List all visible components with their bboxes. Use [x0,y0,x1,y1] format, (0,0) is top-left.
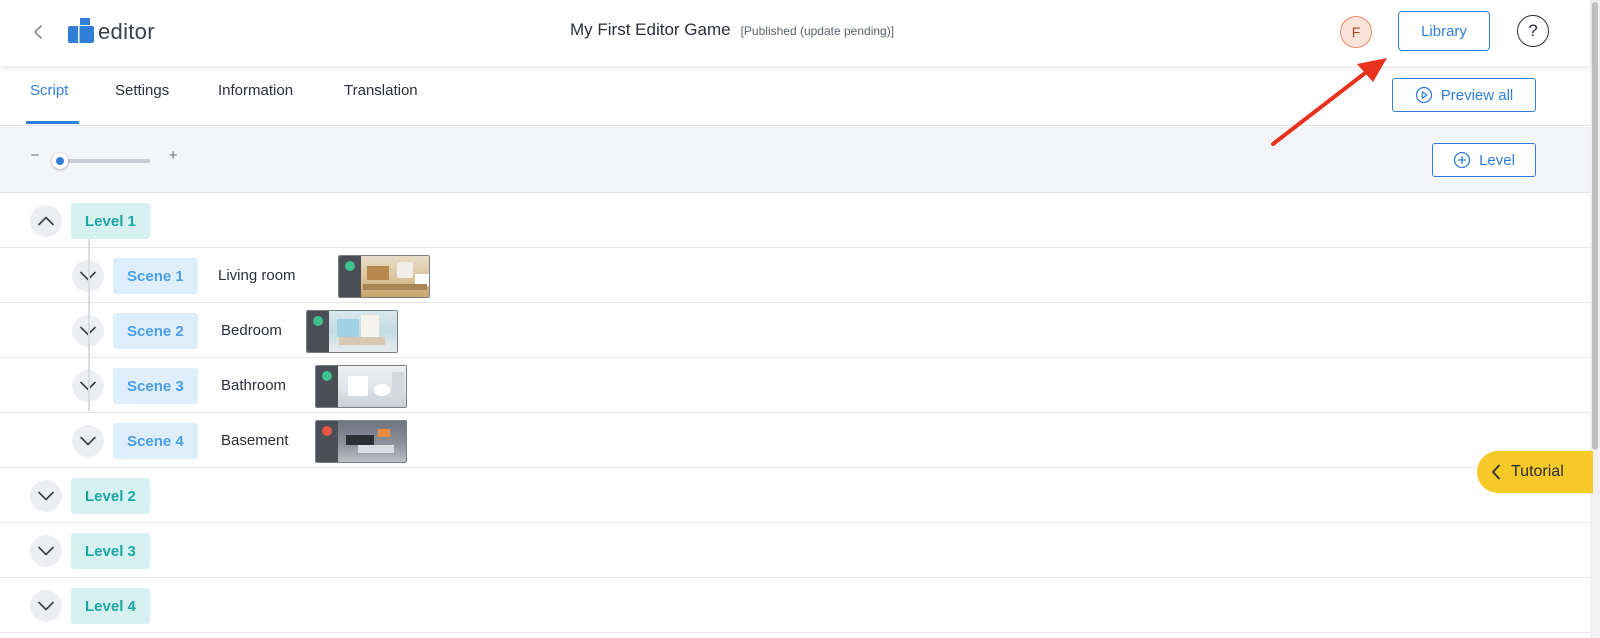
scene-row: Scene 2 Bedroom [0,303,1590,358]
help-button[interactable]: ? [1517,15,1549,47]
preview-all-button[interactable]: Preview all [1392,78,1536,112]
zoom-out-button[interactable]: − [28,147,42,167]
chevron-down-icon [80,436,96,446]
question-mark-icon: ? [1528,21,1538,40]
chevron-down-icon [38,546,54,556]
page-scrollbar[interactable] [1590,0,1600,638]
scene-thumbnail[interactable] [338,255,430,298]
user-avatar[interactable]: F [1340,16,1372,48]
scene-row: Scene 1 Living room [0,248,1590,303]
back-button[interactable] [24,18,52,46]
bedroom-image [329,311,397,352]
tab-translation[interactable]: Translation [344,82,418,99]
top-header: editor My First Editor Game [Published (… [0,0,1590,66]
scene-thumbnail[interactable] [315,420,407,463]
chevron-left-icon [34,25,42,39]
collapse-level-button[interactable] [30,205,62,237]
status-dot [345,261,355,271]
level-badge[interactable]: Level 3 [71,533,150,569]
scene-name: Bathroom [221,377,287,394]
tab-bar: Script Settings Information Translation … [0,66,1590,126]
game-title-area: My First Editor Game [Published (update … [570,20,894,40]
chevron-left-icon [1492,464,1500,480]
scene-badge[interactable]: Scene 4 [113,423,198,459]
scrollbar-thumb[interactable] [1592,2,1598,450]
zoom-slider-handle[interactable] [51,153,68,169]
expand-level-button[interactable] [30,590,62,622]
level-badge[interactable]: Level 4 [71,588,150,624]
level-row: Level 3 [0,523,1590,578]
level-badge[interactable]: Level 1 [71,203,150,239]
add-level-label: Level [1479,151,1515,169]
active-tab-indicator [26,121,79,124]
status-dot [322,426,332,436]
tab-script[interactable]: Script [30,82,68,99]
expand-level-button[interactable] [30,480,62,512]
zoom-toolbar: − + Level [0,127,1590,193]
level-row: Level 4 [0,578,1590,633]
bathroom-image [338,366,406,407]
chevron-down-icon [38,601,54,611]
chevron-down-icon [38,491,54,501]
editor-logo[interactable]: editor [68,17,155,43]
play-circle-icon [1415,86,1432,104]
basement-image [338,421,406,462]
level-badge[interactable]: Level 2 [71,478,150,514]
plus-circle-icon [1453,151,1471,169]
publish-status: [Published (update pending)] [740,24,895,38]
preview-all-label: Preview all [1440,86,1514,104]
tutorial-button[interactable]: Tutorial [1477,451,1593,493]
scene-badge[interactable]: Scene 3 [113,368,198,404]
tab-settings[interactable]: Settings [115,82,169,99]
game-title: My First Editor Game [570,20,731,39]
scene-row: Scene 4 Basement [0,413,1590,468]
editor-app: editor My First Editor Game [Published (… [0,0,1600,638]
level-row: Level 1 [0,193,1590,248]
scene-row: Scene 3 Bathroom [0,358,1590,413]
scene-name: Bedroom [221,322,282,339]
tree-connector-line [88,239,90,411]
scene-thumbnail[interactable] [315,365,407,408]
status-dot [313,316,323,326]
chevron-up-icon [38,216,54,226]
zoom-slider[interactable] [51,153,150,169]
living-room-image [361,256,429,297]
library-button[interactable]: Library [1398,11,1490,51]
add-level-button[interactable]: Level [1432,143,1536,177]
scene-name: Living room [218,267,296,284]
logo-text: editor [98,19,155,44]
logo-blocks-icon [68,18,94,43]
scene-name: Basement [221,432,289,449]
tutorial-label: Tutorial [1511,463,1564,480]
scene-thumbnail[interactable] [306,310,398,353]
level-row: Level 2 [0,468,1590,523]
scene-badge[interactable]: Scene 2 [113,313,198,349]
expand-scene-button[interactable] [72,425,104,457]
scene-badge[interactable]: Scene 1 [113,258,198,294]
status-dot [322,371,332,381]
expand-level-button[interactable] [30,535,62,567]
tab-information[interactable]: Information [218,82,293,99]
zoom-in-button[interactable]: + [166,147,180,167]
